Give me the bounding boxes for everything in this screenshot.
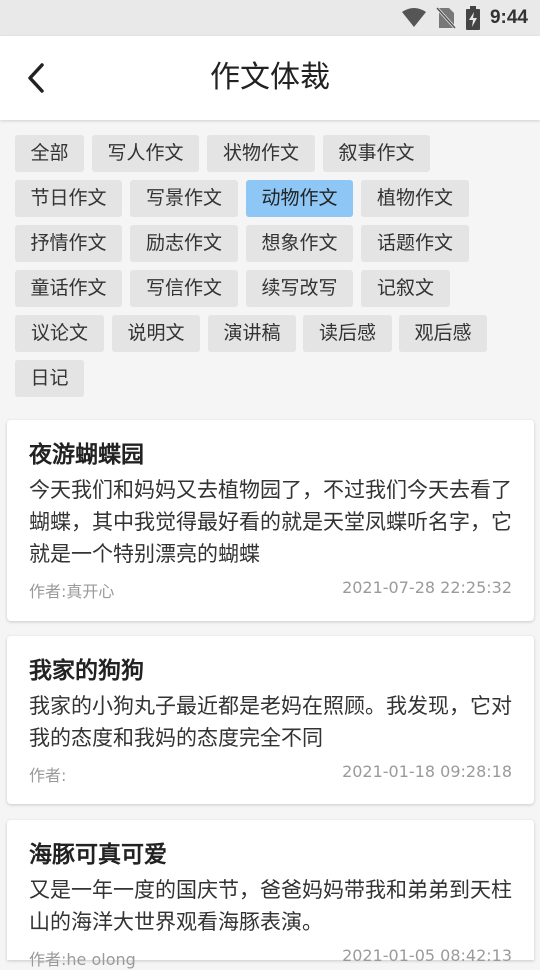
article-author: 作者: bbox=[29, 766, 67, 785]
tag-topic[interactable]: 话题作文 bbox=[361, 225, 469, 262]
tag-speech[interactable]: 演讲稿 bbox=[208, 315, 296, 352]
article-summary: 我家的小狗丸子最近都是老妈在照顾。我发现，它对我的态度和我妈的态度完全不同 bbox=[29, 694, 512, 750]
article-meta: 作者:真开心 2021-07-28 22:25:32 bbox=[29, 578, 512, 602]
article-summary: 又是一年一度的国庆节，爸爸妈妈带我和弟弟到天柱山的海洋大世界观看海豚表演。 bbox=[29, 878, 512, 934]
tag-recount[interactable]: 记叙文 bbox=[361, 270, 450, 307]
article-meta: 作者:he olong 2021-01-05 08:42:13 bbox=[29, 946, 512, 970]
tag-people[interactable]: 写人作文 bbox=[92, 135, 199, 172]
article-title: 我家的狗狗 bbox=[29, 658, 144, 684]
tag-scenery[interactable]: 写景作文 bbox=[130, 180, 238, 217]
article-date: 2021-07-28 22:25:32 bbox=[342, 578, 512, 597]
article-date: 2021-01-05 08:42:13 bbox=[342, 946, 512, 965]
tag-all[interactable]: 全部 bbox=[15, 135, 84, 172]
tag-film-review[interactable]: 观后感 bbox=[399, 315, 487, 352]
tag-imagination[interactable]: 想象作文 bbox=[246, 225, 353, 262]
article-card[interactable]: 夜游蝴蝶园 今天我们和妈妈又去植物园了，不过我们今天去看了蝴蝶，其中我觉得最好看… bbox=[7, 420, 534, 621]
article-author: 作者:he olong bbox=[29, 950, 136, 969]
article-summary: 今天我们和妈妈又去植物园了，不过我们今天去看了蝴蝶，其中我觉得最好看的就是天堂凤… bbox=[29, 478, 512, 566]
tag-lyrical[interactable]: 抒情作文 bbox=[15, 225, 122, 262]
no-sim-icon bbox=[435, 7, 456, 29]
status-bar: 9:44 bbox=[0, 0, 540, 36]
tag-festival[interactable]: 节日作文 bbox=[15, 180, 122, 217]
tag-letter[interactable]: 写信作文 bbox=[130, 270, 238, 307]
tag-inspirational[interactable]: 励志作文 bbox=[130, 225, 238, 262]
tag-plants[interactable]: 植物作文 bbox=[361, 180, 469, 217]
battery-charging-icon bbox=[465, 6, 480, 30]
wifi-icon bbox=[401, 8, 426, 28]
tag-argumentative[interactable]: 议论文 bbox=[15, 315, 104, 352]
clock-time: 9:44 bbox=[489, 7, 528, 28]
tag-objects[interactable]: 状物作文 bbox=[207, 135, 315, 172]
back-button[interactable] bbox=[16, 58, 56, 98]
app-header: 作文体裁 bbox=[0, 36, 540, 120]
tag-rewrite[interactable]: 续写改写 bbox=[246, 270, 353, 307]
chevron-left-icon bbox=[28, 63, 44, 93]
article-author: 作者:真开心 bbox=[29, 582, 115, 601]
article-date: 2021-01-18 09:28:18 bbox=[342, 762, 512, 781]
article-card[interactable]: 我家的狗狗 我家的小狗丸子最近都是老妈在照顾。我发现，它对我的态度和我妈的态度完… bbox=[7, 636, 534, 804]
tag-book-review[interactable]: 读后感 bbox=[303, 315, 392, 352]
tag-expository[interactable]: 说明文 bbox=[112, 315, 200, 352]
article-card[interactable]: 海豚可真可爱 又是一年一度的国庆节，爸爸妈妈带我和弟弟到天柱山的海洋大世界观看海… bbox=[7, 820, 534, 969]
tag-narrative[interactable]: 叙事作文 bbox=[323, 135, 430, 172]
article-title: 夜游蝴蝶园 bbox=[29, 442, 144, 468]
tag-diary[interactable]: 日记 bbox=[15, 360, 84, 397]
tag-animals[interactable]: 动物作文 bbox=[246, 180, 353, 217]
tag-fairy-tale[interactable]: 童话作文 bbox=[15, 270, 122, 307]
page-title: 作文体裁 bbox=[210, 60, 330, 95]
article-meta: 作者: 2021-01-18 09:28:18 bbox=[29, 762, 512, 786]
article-title: 海豚可真可爱 bbox=[29, 842, 167, 868]
